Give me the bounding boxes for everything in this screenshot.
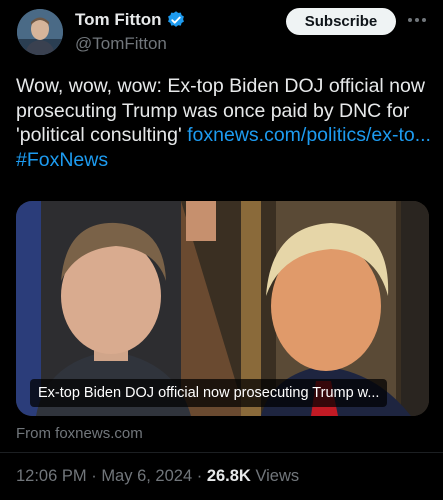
avatar[interactable] xyxy=(17,9,63,55)
author-name[interactable]: Tom Fitton xyxy=(75,10,162,30)
verified-badge-icon xyxy=(166,10,186,30)
meta-separator: · xyxy=(196,467,203,485)
article-link[interactable]: foxnews.com/politics/ex-to... xyxy=(187,124,431,146)
tweet-metadata: 12:06 PM · May 6, 2024 · 26.8K Views xyxy=(16,467,299,486)
meta-separator: · xyxy=(91,467,97,485)
subscribe-button[interactable]: Subscribe xyxy=(286,8,396,35)
tweet-body: Wow, wow, wow: Ex-top Biden DOJ official… xyxy=(16,74,431,172)
card-caption: Ex-top Biden DOJ official now prosecutin… xyxy=(30,379,388,407)
avatar-image xyxy=(17,9,63,55)
tweet-date[interactable]: May 6, 2024 xyxy=(101,467,192,485)
hashtag-link[interactable]: #FoxNews xyxy=(16,149,108,171)
divider xyxy=(0,452,443,453)
link-preview-card[interactable]: Ex-top Biden DOJ official now prosecutin… xyxy=(16,201,429,416)
views-count: 26.8K xyxy=(206,467,251,485)
card-source[interactable]: From foxnews.com xyxy=(16,425,143,442)
author-handle[interactable]: @TomFitton xyxy=(75,34,167,54)
more-options-icon[interactable] xyxy=(404,8,430,32)
views-label: Views xyxy=(255,467,300,485)
tweet-time[interactable]: 12:06 PM xyxy=(16,467,87,485)
tweet-header: Tom Fitton @TomFitton Subscribe xyxy=(0,0,443,70)
